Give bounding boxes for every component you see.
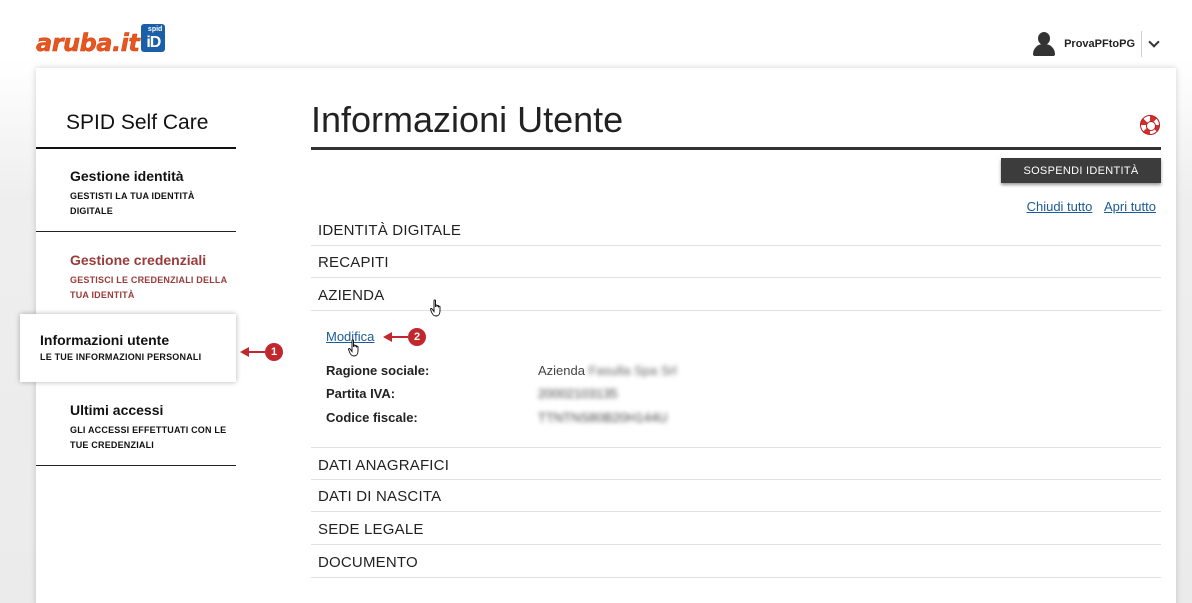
sidebar-item-gestione-credenziali[interactable]: Gestione credenziali GESTISCI LE CREDENZ… — [70, 252, 240, 303]
accordion-toggle-links: Chiudi tutto Apri tutto — [1019, 199, 1156, 214]
callout-line — [392, 336, 408, 338]
section-dati-anagrafici[interactable]: DATI ANAGRAFICI — [311, 447, 1161, 480]
callout-1: 1 — [240, 343, 283, 361]
callout-badge-1: 1 — [265, 343, 283, 361]
sidebar-item-subtitle: GLI ACCESSI EFFETTUATI CON LE TUE CREDEN… — [70, 425, 227, 450]
section-identita-digitale[interactable]: IDENTITÀ DIGITALE — [311, 213, 1161, 246]
sidebar-divider — [36, 231, 236, 232]
arrow-left-icon — [240, 347, 249, 357]
spid-badge-label: spid — [147, 26, 163, 33]
spid-id-badge: spid iD — [141, 24, 166, 52]
section-documento[interactable]: DOCUMENTO — [311, 545, 1161, 578]
sidebar-item-gestione-identita[interactable]: Gestione identità GESTISTI LA TUA IDENTI… — [70, 168, 240, 219]
field-value-prefix: Azienda — [538, 363, 585, 378]
sidebar-divider — [36, 465, 236, 466]
arrow-left-icon — [383, 332, 392, 342]
title-divider — [311, 147, 1161, 150]
sidebar-title: SPID Self Care — [66, 111, 209, 134]
section-sede-legale[interactable]: SEDE LEGALE — [311, 512, 1161, 545]
field-value-blurred: Fasulla Spa Srl — [588, 363, 677, 378]
field-label: Codice fiscale: — [326, 410, 418, 425]
aruba-spid-logo[interactable]: aruba.it spid iD — [36, 22, 166, 57]
sidebar-item-label: Gestione credenziali — [70, 252, 207, 268]
sidebar-item-label: Gestione identità — [70, 168, 184, 184]
close-all-link[interactable]: Chiudi tutto — [1027, 199, 1093, 214]
user-menu-divider — [1141, 31, 1142, 57]
sidebar-item-subtitle: GESTISCI LE CREDENZIALI DELLA TUA IDENTI… — [70, 275, 227, 300]
suspend-identity-button[interactable]: SOSPENDI IDENTITÀ — [1001, 158, 1161, 183]
sidebar-item-informazioni-utente[interactable]: Informazioni utente LE TUE INFORMAZIONI … — [20, 314, 236, 382]
field-label: Ragione sociale: — [326, 363, 430, 378]
chevron-down-icon[interactable] — [1148, 36, 1160, 48]
open-all-link[interactable]: Apri tutto — [1104, 199, 1156, 214]
sidebar-item-ultimi-accessi[interactable]: Ultimi accessi GLI ACCESSI EFFETTUATI CO… — [70, 402, 240, 453]
sidebar-item-subtitle: GESTISTI LA TUA IDENTITÀ DIGITALE — [70, 191, 195, 216]
id-badge-label: iD — [146, 34, 161, 51]
sidebar-item-label: Ultimi accessi — [70, 402, 164, 418]
help-lifebuoy-icon[interactable] — [1140, 115, 1160, 135]
field-value-blurred: TTNTNS80B20H144U — [538, 410, 668, 425]
callout-2: 2 — [383, 328, 426, 346]
callout-line — [249, 351, 265, 353]
sidebar-item-subtitle: LE TUE INFORMAZIONI PERSONALI — [40, 352, 202, 362]
sidebar-title-divider — [36, 147, 236, 149]
callout-badge-2: 2 — [408, 328, 426, 346]
user-avatar-icon — [1033, 32, 1056, 56]
sidebar-item-label: Informazioni utente — [40, 332, 170, 348]
user-menu[interactable]: ProvaPFtoPG — [1033, 30, 1160, 58]
field-label: Partita IVA: — [326, 386, 396, 401]
field-value-blurred: 20002103135 — [538, 386, 618, 401]
main-card: SPID Self Care Gestione identità GESTIST… — [20, 68, 1176, 603]
section-dati-di-nascita[interactable]: DATI DI NASCITA — [311, 479, 1161, 512]
section-recapiti[interactable]: RECAPITI — [311, 245, 1161, 278]
field-value: Azienda Fasulla Spa Srl — [538, 363, 677, 378]
page-title: Informazioni Utente — [311, 99, 624, 140]
logo-text: aruba.it — [36, 29, 140, 57]
user-name[interactable]: ProvaPFtoPG — [1064, 38, 1135, 50]
hand-cursor-icon — [348, 339, 359, 357]
hand-cursor-icon — [430, 299, 441, 317]
